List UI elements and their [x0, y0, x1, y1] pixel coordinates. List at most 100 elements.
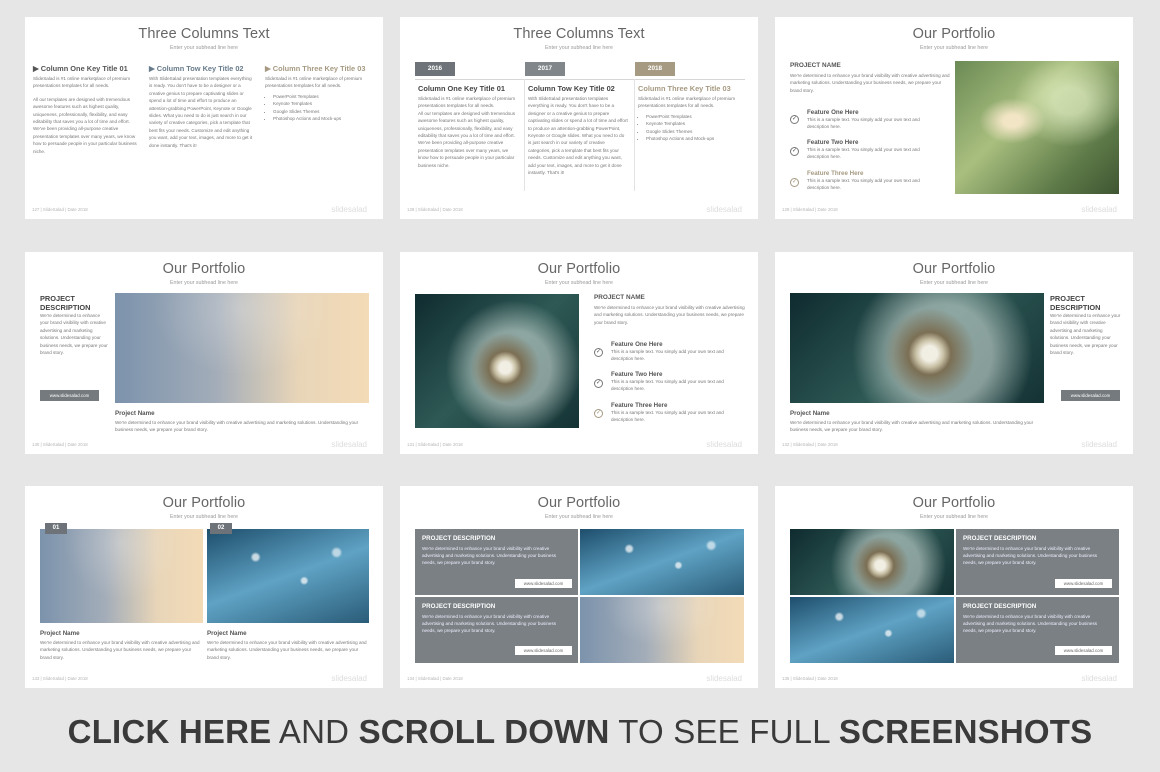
website-button[interactable]: www.slidesalad.com	[40, 390, 99, 401]
website-button[interactable]: www.slidesalad.com	[515, 579, 572, 588]
column-2: ▶ Column Tow Key Title 02 With SlideSala…	[149, 64, 255, 149]
portfolio-photo	[207, 529, 369, 623]
check-icon: ✓	[790, 178, 799, 187]
project-text: We're determined to enhance your brand v…	[1050, 313, 1121, 356]
feature-item: Feature One Here This is a sample text. …	[611, 341, 724, 362]
slide-portfolio-7[interactable]: Our Portfolio Enter your subhead line he…	[25, 486, 383, 688]
project-name: Project Name	[790, 410, 830, 417]
slide-portfolio-6[interactable]: Our Portfolio Enter your subhead line he…	[775, 252, 1133, 454]
slide-portfolio-4[interactable]: Our Portfolio Enter your subhead line he…	[25, 252, 383, 454]
brand-logo: slidesalad	[1081, 440, 1117, 449]
project-name: PROJECT NAME	[790, 62, 841, 69]
project-text: We're determined to enhance your brand v…	[422, 614, 557, 634]
column-1: Column One Key Title 01 SlideSalad is #1…	[418, 84, 518, 169]
project-description-heading: PROJECT DESCRIPTION	[963, 535, 1037, 542]
slide-three-columns-2[interactable]: Three Columns Text Enter your subhead li…	[400, 17, 758, 219]
portfolio-photo	[790, 293, 1044, 403]
project-description-heading: PROJECT DESCRIPTION	[963, 603, 1037, 610]
portfolio-photo	[40, 529, 203, 623]
divider	[524, 79, 525, 191]
slide-portfolio-3[interactable]: Our Portfolio Enter your subhead line he…	[775, 17, 1133, 219]
column-title: Column Three Key Title 03	[272, 64, 366, 73]
slide-title: Three Columns Text	[513, 26, 645, 42]
slide-footer: 131 | SlideSalad | Date 2018	[407, 442, 463, 447]
bullet-list: PowerPoint Templates Keynote Templates G…	[265, 93, 377, 123]
check-icon: ✓	[594, 379, 603, 388]
slide-footer: 135 | SlideSalad | Date 2018	[782, 676, 838, 681]
feature-item: Feature Two Here This is a sample text. …	[611, 371, 724, 392]
website-button[interactable]: www.slidesalad.com	[1055, 646, 1112, 655]
project-name: Project Name	[115, 410, 155, 417]
column-title: Column One Key Title 01	[418, 84, 505, 93]
triangle-icon: ▶	[265, 64, 271, 73]
slide-subhead: Enter your subhead line here	[169, 280, 239, 286]
project-text: We're determined to enhance your brand v…	[594, 305, 745, 325]
brand-logo: slidesalad	[706, 205, 742, 214]
slide-portfolio-8[interactable]: Our Portfolio Enter your subhead line he…	[400, 486, 758, 688]
brand-logo: slidesalad	[331, 440, 367, 449]
project-text: We're determined to enhance your brand v…	[40, 313, 108, 356]
slide-title: Our Portfolio	[912, 261, 996, 277]
column-title: Column Tow Key Title 02	[156, 64, 244, 73]
slide-footer: 134 | SlideSalad | Date 2018	[407, 676, 463, 681]
bullet-list: PowerPoint Templates Keynote Templates G…	[638, 113, 748, 143]
slide-portfolio-5[interactable]: Our Portfolio Enter your subhead line he…	[400, 252, 758, 454]
slide-three-columns-1[interactable]: Three Columns Text Enter your subhead li…	[25, 17, 383, 219]
brand-logo: slidesalad	[1081, 205, 1117, 214]
column-text: All our templates are designed with trem…	[33, 96, 137, 154]
column-3: ▶ Column Three Key Title 03 SlideSalad i…	[265, 64, 377, 122]
portfolio-photo	[580, 597, 744, 663]
feature-item: Feature One Here This is a sample text. …	[807, 109, 920, 130]
divider	[634, 79, 635, 191]
slide-title: Our Portfolio	[162, 495, 246, 511]
number-badge: 01	[45, 523, 67, 534]
project-text: We're determined to enhance your brand v…	[115, 420, 359, 433]
project-text: We're determined to enhance your brand v…	[422, 546, 557, 566]
column-text: SlideSalad is #1 online marketplace of p…	[33, 76, 131, 89]
website-button[interactable]: www.slidesalad.com	[1055, 579, 1112, 588]
check-icon: ✓	[594, 348, 603, 357]
slide-subhead: Enter your subhead line here	[169, 45, 239, 51]
slide-footer: 128 | SlideSalad | Date 2018	[407, 207, 463, 212]
column-text: SlideSalad is #1 online marketplace of p…	[638, 96, 736, 109]
column-title: Column One Key Title 01	[40, 64, 128, 73]
number-badge: 02	[210, 523, 232, 534]
year-badge: 2018	[635, 62, 675, 76]
project-description-heading: PROJECT DESCRIPTION	[422, 535, 496, 542]
feature-item: Feature Three Here This is a sample text…	[807, 170, 920, 191]
slide-subhead: Enter your subhead line here	[544, 45, 614, 51]
website-button[interactable]: www.slidesalad.com	[1061, 390, 1120, 401]
website-button[interactable]: www.slidesalad.com	[515, 646, 572, 655]
project-text: We're determined to enhance your brand v…	[963, 614, 1098, 634]
brand-logo: slidesalad	[706, 440, 742, 449]
triangle-icon: ▶	[33, 64, 39, 73]
column-title: Column Three Key Title 03	[638, 84, 731, 93]
year-badge: 2017	[525, 62, 565, 76]
project-name: PROJECT NAME	[594, 294, 645, 301]
slide-subhead: Enter your subhead line here	[919, 514, 989, 520]
column-text: With SlideSalad presentation templates e…	[528, 96, 628, 176]
slide-subhead: Enter your subhead line here	[169, 514, 239, 520]
column-2: Column Tow Key Title 02 With SlideSalad …	[528, 84, 628, 176]
check-icon: ✓	[790, 115, 799, 124]
slide-title: Three Columns Text	[138, 26, 270, 42]
portfolio-photo	[415, 294, 579, 428]
project-description-heading: PROJECT DESCRIPTION	[40, 294, 91, 312]
slide-footer: 132 | SlideSalad | Date 2018	[782, 442, 838, 447]
feature-item: Feature Two Here This is a sample text. …	[807, 139, 920, 160]
slide-subhead: Enter your subhead line here	[544, 514, 614, 520]
slide-subhead: Enter your subhead line here	[919, 45, 989, 51]
cta-banner[interactable]: CLICK HERE AND SCROLL DOWN TO SEE FULL S…	[0, 713, 1160, 751]
brand-logo: slidesalad	[1081, 674, 1117, 683]
portfolio-photo	[115, 293, 369, 403]
slide-footer: 127 | SlideSalad | Date 2018	[32, 207, 88, 212]
slide-title: Our Portfolio	[912, 495, 996, 511]
slide-footer: 133 | SlideSalad | Date 2018	[32, 676, 88, 681]
slide-subhead: Enter your subhead line here	[544, 280, 614, 286]
slide-portfolio-9[interactable]: Our Portfolio Enter your subhead line he…	[775, 486, 1133, 688]
slide-footer: 130 | SlideSalad | Date 2018	[32, 442, 88, 447]
slide-subhead: Enter your subhead line here	[919, 280, 989, 286]
brand-logo: slidesalad	[331, 205, 367, 214]
feature-item: Feature Three Here This is a sample text…	[611, 402, 724, 423]
project-name: Project Name	[207, 630, 247, 637]
